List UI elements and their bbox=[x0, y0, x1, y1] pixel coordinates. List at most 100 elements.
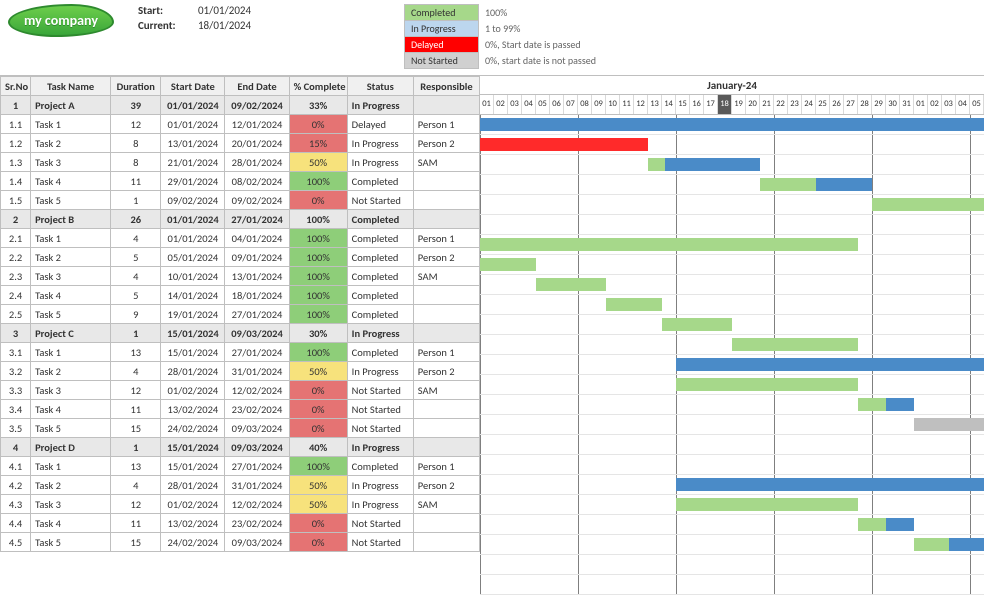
day-cell: 26 bbox=[830, 95, 844, 114]
cell-name: Project A bbox=[31, 96, 111, 115]
task-row[interactable]: 3.1 Task 1 13 15/01/2024 27/01/2024 100%… bbox=[1, 343, 480, 362]
gantt-bar[interactable] bbox=[676, 358, 984, 371]
task-row[interactable]: 1.4 Task 4 11 29/01/2024 08/02/2024 100%… bbox=[1, 172, 480, 191]
task-row[interactable]: 1.5 Task 5 1 09/02/2024 09/02/2024 0% No… bbox=[1, 191, 480, 210]
cell-dur: 13 bbox=[111, 343, 161, 362]
gantt-bar[interactable] bbox=[858, 398, 886, 411]
cell-resp bbox=[413, 210, 479, 229]
task-row[interactable]: 3.5 Task 5 15 24/02/2024 09/03/2024 0% N… bbox=[1, 419, 480, 438]
cell-sd: 01/01/2024 bbox=[161, 229, 225, 248]
cell-pct: 0% bbox=[289, 191, 347, 210]
task-row[interactable]: 1.3 Task 3 8 21/01/2024 28/01/2024 50% I… bbox=[1, 153, 480, 172]
task-row[interactable]: 2.5 Task 5 9 19/01/2024 27/01/2024 100% … bbox=[1, 305, 480, 324]
project-row[interactable]: 4 Project D 1 15/01/2024 09/03/2024 40% … bbox=[1, 438, 480, 457]
cell-sd: 15/01/2024 bbox=[161, 324, 225, 343]
cell-dur: 11 bbox=[111, 400, 161, 419]
status-legend: Completed 100%In Progress 1 to 99%Delaye… bbox=[404, 4, 603, 69]
gantt-bar[interactable] bbox=[665, 158, 760, 171]
day-cell: 12 bbox=[634, 95, 648, 114]
start-label: Start: bbox=[138, 4, 198, 17]
day-cell: 04 bbox=[522, 95, 536, 114]
gantt-bar[interactable] bbox=[480, 118, 984, 131]
cell-resp: SAM bbox=[413, 153, 479, 172]
task-row[interactable]: 1.1 Task 1 12 01/01/2024 12/01/2024 0% D… bbox=[1, 115, 480, 134]
task-row[interactable]: 3.4 Task 4 11 13/02/2024 23/02/2024 0% N… bbox=[1, 400, 480, 419]
task-row[interactable]: 4.5 Task 5 15 24/02/2024 09/03/2024 0% N… bbox=[1, 533, 480, 552]
gantt-bar[interactable] bbox=[480, 258, 536, 271]
gantt-bar[interactable] bbox=[914, 538, 949, 551]
gantt-bar[interactable] bbox=[648, 158, 665, 171]
cell-resp: Person 2 bbox=[413, 362, 479, 381]
legend-swatch: In Progress bbox=[404, 21, 478, 37]
task-row[interactable]: 2.1 Task 1 4 01/01/2024 04/01/2024 100% … bbox=[1, 229, 480, 248]
cell-sd: 28/01/2024 bbox=[161, 476, 225, 495]
day-cell: 29 bbox=[872, 95, 886, 114]
cell-resp bbox=[413, 305, 479, 324]
gantt-bar[interactable] bbox=[480, 238, 858, 251]
task-row[interactable]: 1.2 Task 2 8 13/01/2024 20/01/2024 15% I… bbox=[1, 134, 480, 153]
cell-pct: 100% bbox=[289, 457, 347, 476]
task-row[interactable]: 2.4 Task 4 5 14/01/2024 18/01/2024 100% … bbox=[1, 286, 480, 305]
task-row[interactable]: 2.2 Task 2 5 05/01/2024 09/01/2024 100% … bbox=[1, 248, 480, 267]
cell-resp: Person 2 bbox=[413, 134, 479, 153]
cell-resp: Person 1 bbox=[413, 457, 479, 476]
gantt-row bbox=[480, 495, 984, 515]
gantt-bar[interactable] bbox=[949, 538, 984, 551]
project-row[interactable]: 1 Project A 39 01/01/2024 09/02/2024 33%… bbox=[1, 96, 480, 115]
cell-sr: 1.1 bbox=[1, 115, 31, 134]
legend-desc: 1 to 99% bbox=[478, 21, 602, 37]
cell-pct: 15% bbox=[289, 134, 347, 153]
cell-stat: Completed bbox=[347, 172, 413, 191]
gantt-bar[interactable] bbox=[676, 478, 984, 491]
gantt-bar[interactable] bbox=[858, 518, 886, 531]
gantt-bar[interactable] bbox=[732, 338, 858, 351]
gantt-bar[interactable] bbox=[886, 518, 914, 531]
cell-name: Task 3 bbox=[31, 153, 111, 172]
gantt-pane: January-24 01020304050607080910111213141… bbox=[480, 76, 984, 595]
gantt-bar[interactable] bbox=[816, 178, 872, 191]
gantt-bar[interactable] bbox=[914, 418, 984, 431]
task-row[interactable]: 4.2 Task 2 4 28/01/2024 31/01/2024 50% I… bbox=[1, 476, 480, 495]
main-grid: Sr.No Task Name Duration Start Date End … bbox=[0, 75, 984, 595]
cell-stat: Completed bbox=[347, 286, 413, 305]
cell-sd: 15/01/2024 bbox=[161, 343, 225, 362]
project-row[interactable]: 3 Project C 1 15/01/2024 09/03/2024 30% … bbox=[1, 324, 480, 343]
legend-desc: 0%, Start date is passed bbox=[478, 37, 602, 53]
gantt-bar[interactable] bbox=[480, 138, 648, 151]
cell-ed: 08/02/2024 bbox=[225, 172, 289, 191]
task-row[interactable]: 4.1 Task 1 13 15/01/2024 27/01/2024 100%… bbox=[1, 457, 480, 476]
task-row[interactable]: 4.3 Task 3 12 01/02/2024 12/02/2024 50% … bbox=[1, 495, 480, 514]
gantt-bar[interactable] bbox=[676, 378, 858, 391]
task-row[interactable]: 3.3 Task 3 12 01/02/2024 12/02/2024 0% N… bbox=[1, 381, 480, 400]
gantt-bar[interactable] bbox=[872, 198, 984, 211]
cell-resp: SAM bbox=[413, 267, 479, 286]
cell-ed: 18/01/2024 bbox=[225, 286, 289, 305]
cell-sd: 24/02/2024 bbox=[161, 533, 225, 552]
day-cell: 30 bbox=[886, 95, 900, 114]
gantt-bar[interactable] bbox=[760, 178, 816, 191]
cell-dur: 5 bbox=[111, 286, 161, 305]
cell-dur: 8 bbox=[111, 134, 161, 153]
project-row[interactable]: 2 Project B 26 01/01/2024 27/01/2024 100… bbox=[1, 210, 480, 229]
cell-ed: 12/01/2024 bbox=[225, 115, 289, 134]
gantt-row bbox=[480, 295, 984, 315]
day-cell: 13 bbox=[648, 95, 662, 114]
cell-dur: 1 bbox=[111, 191, 161, 210]
gantt-bar[interactable] bbox=[886, 398, 914, 411]
cell-pct: 100% bbox=[289, 305, 347, 324]
gantt-bar[interactable] bbox=[606, 298, 662, 311]
cell-ed: 12/02/2024 bbox=[225, 495, 289, 514]
cell-name: Task 1 bbox=[31, 457, 111, 476]
gantt-bar[interactable] bbox=[536, 278, 606, 291]
task-row[interactable]: 3.2 Task 2 4 28/01/2024 31/01/2024 50% I… bbox=[1, 362, 480, 381]
day-cell: 11 bbox=[620, 95, 634, 114]
task-row[interactable]: 4.4 Task 4 11 13/02/2024 23/02/2024 0% N… bbox=[1, 514, 480, 533]
col-ed: End Date bbox=[225, 77, 289, 96]
cell-name: Task 2 bbox=[31, 362, 111, 381]
gantt-bar[interactable] bbox=[662, 318, 732, 331]
gantt-bar[interactable] bbox=[676, 498, 858, 511]
cell-ed: 23/02/2024 bbox=[225, 514, 289, 533]
cell-name: Task 3 bbox=[31, 495, 111, 514]
task-row[interactable]: 2.3 Task 3 4 10/01/2024 13/01/2024 100% … bbox=[1, 267, 480, 286]
current-label: Current: bbox=[138, 19, 198, 32]
